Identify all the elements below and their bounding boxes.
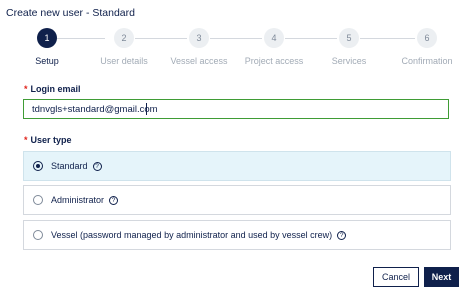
step-services: 5 Services bbox=[309, 28, 389, 66]
option-label: Administrator bbox=[51, 195, 105, 205]
step-vessel-access: 3 Vessel access bbox=[159, 28, 239, 66]
step-label: Project access bbox=[244, 56, 304, 66]
option-label: Vessel (password managed by administrato… bbox=[51, 230, 333, 240]
login-email-input[interactable] bbox=[23, 99, 449, 119]
page-title: Create new user - Standard bbox=[6, 7, 135, 19]
step-label: Confirmation bbox=[401, 56, 453, 66]
help-icon[interactable]: ? bbox=[92, 161, 102, 171]
step-number: 1 bbox=[37, 28, 57, 48]
radio-icon[interactable] bbox=[33, 230, 43, 240]
login-email-label-text: Login email bbox=[30, 84, 81, 94]
step-setup: 1 Setup bbox=[7, 28, 87, 66]
help-icon[interactable]: ? bbox=[109, 195, 119, 205]
user-type-option-administrator[interactable]: Administrator ? bbox=[23, 185, 451, 215]
help-icon[interactable]: ? bbox=[337, 230, 347, 240]
step-number: 6 bbox=[417, 28, 437, 48]
step-label: Setup bbox=[35, 56, 59, 66]
wizard-stepper: 1 Setup 2 User details 3 Vessel access 4… bbox=[0, 28, 474, 72]
next-button[interactable]: Next bbox=[424, 267, 459, 287]
user-type-option-vessel[interactable]: Vessel (password managed by administrato… bbox=[23, 220, 451, 250]
user-type-label: * User type bbox=[24, 135, 72, 145]
step-number: 3 bbox=[189, 28, 209, 48]
login-email-label: * Login email bbox=[24, 84, 81, 94]
step-label: Vessel access bbox=[170, 56, 228, 66]
step-user-details: 2 User details bbox=[84, 28, 164, 66]
step-project-access: 4 Project access bbox=[234, 28, 314, 66]
step-confirmation: 6 Confirmation bbox=[387, 28, 467, 66]
step-label: Services bbox=[331, 56, 367, 66]
user-type-label-text: User type bbox=[30, 135, 72, 145]
radio-icon[interactable] bbox=[33, 195, 43, 205]
step-number: 5 bbox=[339, 28, 359, 48]
option-label: Standard bbox=[51, 161, 88, 171]
required-marker: * bbox=[24, 135, 28, 145]
step-number: 2 bbox=[114, 28, 134, 48]
cancel-button[interactable]: Cancel bbox=[373, 267, 419, 287]
step-number: 4 bbox=[264, 28, 284, 48]
required-marker: * bbox=[24, 84, 28, 94]
radio-selected-icon[interactable] bbox=[33, 161, 43, 171]
text-cursor bbox=[146, 103, 147, 115]
step-label: User details bbox=[100, 56, 148, 66]
user-type-option-standard[interactable]: Standard ? bbox=[23, 151, 451, 181]
